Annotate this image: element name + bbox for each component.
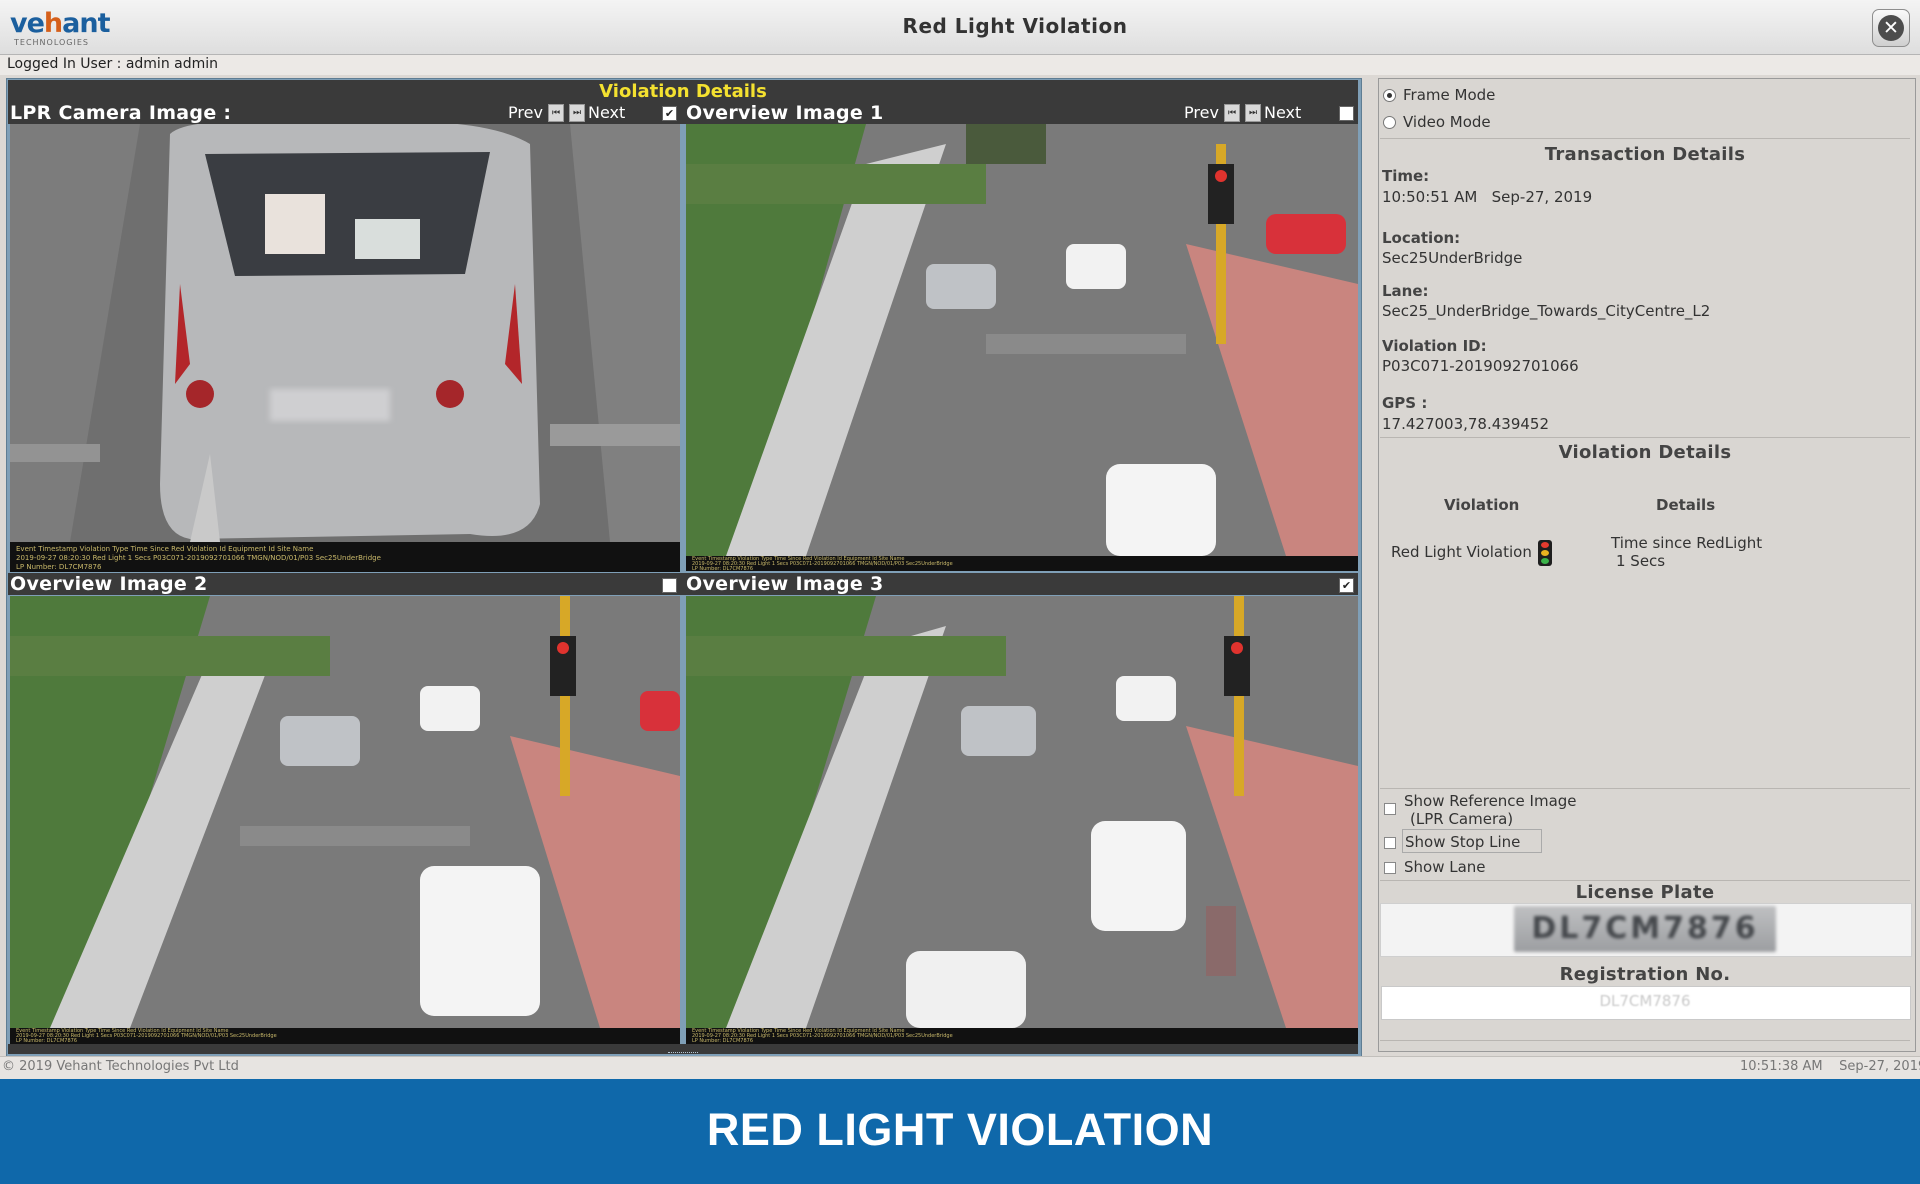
show-lane-checkbox[interactable] (1384, 862, 1396, 874)
lane-value: Sec25_UnderBridge_Towards_CityCentre_L2 (1382, 302, 1711, 320)
overview2-label: Overview Image 2 (10, 573, 208, 595)
show-lane-label[interactable]: Show Lane (1404, 858, 1486, 876)
lpr-scene (10, 124, 680, 542)
lpr-camera-image[interactable] (10, 124, 680, 542)
copyright-text: © 2019 Vehant Technologies Pvt Ltd (2, 1059, 239, 1074)
time-since-red-label: Time since RedLight (1611, 534, 1763, 552)
banner-caption: RED LIGHT VIOLATION (706, 1104, 1214, 1155)
license-plate-heading: License Plate (1575, 882, 1715, 903)
lpr-select-checkbox[interactable]: ✔ (662, 106, 677, 121)
show-stop-line-checkbox[interactable] (1384, 837, 1396, 849)
transaction-heading: Transaction Details (1544, 144, 1746, 165)
violation-type-value: Red Light Violation (1391, 543, 1532, 561)
show-reference-sublabel: (LPR Camera) (1410, 810, 1514, 828)
details-column-header: Details (1656, 496, 1716, 514)
time-since-red-value: 1 Secs (1616, 552, 1666, 570)
violation-column-header: Violation (1444, 496, 1520, 514)
overview2-scene (10, 596, 680, 1028)
window-title: Red Light Violation (902, 14, 1128, 38)
lpr-next-label[interactable]: Next (588, 103, 625, 122)
ov1-next-label[interactable]: Next (1264, 103, 1301, 122)
traffic-light-icon (1538, 540, 1552, 566)
status-bar (0, 1056, 1920, 1079)
divider (1380, 788, 1910, 789)
location-value: Sec25UnderBridge (1382, 249, 1523, 267)
close-icon: ✕ (1878, 15, 1904, 41)
user-strip (0, 55, 1920, 75)
close-button[interactable]: ✕ (1872, 9, 1910, 47)
video-mode-label[interactable]: Video Mode (1403, 113, 1491, 131)
lpr-next-button[interactable]: ⏭ (569, 104, 585, 122)
video-mode-radio[interactable] (1383, 116, 1396, 129)
gps-label: GPS : (1382, 394, 1428, 412)
overview3-meta-bar: Event Timestamp Violation Type Time Sinc… (686, 1028, 1358, 1044)
overview3-checkbox[interactable]: ✔ (1339, 578, 1354, 593)
divider (1380, 880, 1910, 881)
divider (1380, 138, 1910, 139)
lpr-prev-button[interactable]: ⏮ (548, 104, 564, 122)
frame-mode-radio[interactable] (1383, 89, 1396, 102)
lpr-meta-line: LP Number: DL7CM7876 (16, 563, 102, 571)
overview3-image[interactable] (686, 596, 1358, 1028)
lpr-meta-line: 2019-09-27 08:20:30 Red Light 1 Secs P03… (16, 554, 381, 562)
lane-label: Lane: (1382, 282, 1429, 300)
violation-heading: Violation Details (1558, 442, 1732, 463)
violation-id-value: P03C071-2019092701066 (1382, 357, 1579, 375)
time-label: Time: (1382, 167, 1430, 185)
overview3-scene (686, 596, 1358, 1028)
overview1-meta-bar: Event Timestamp Violation Type Time Sinc… (686, 556, 1358, 571)
show-reference-checkbox[interactable] (1384, 803, 1396, 815)
lpr-camera-label: LPR Camera Image : (10, 102, 232, 124)
show-stop-line-label[interactable]: Show Stop Line (1402, 829, 1542, 853)
overview2-checkbox[interactable] (662, 578, 677, 593)
status-clock: 10:51:38 AM Sep-27, 2019 (1740, 1059, 1920, 1074)
overview1-label: Overview Image 1 (686, 102, 884, 124)
overview1-checkbox[interactable] (1339, 106, 1354, 121)
show-reference-label[interactable]: Show Reference Image (1404, 792, 1577, 810)
registration-value: DL7CM7876 (1599, 992, 1691, 1010)
overview3-label: Overview Image 3 (686, 573, 884, 595)
ov1-prev-label[interactable]: Prev (1184, 103, 1219, 122)
frame-mode-label[interactable]: Frame Mode (1403, 86, 1495, 104)
registration-heading: Registration No. (1559, 964, 1731, 985)
logged-in-user: Logged In User : admin admin (7, 56, 219, 72)
overview1-meta-line: LP Number: DL7CM7876 (692, 566, 754, 572)
lpr-meta-line: Event Timestamp Violation Type Time Sinc… (16, 545, 314, 553)
violation-id-label: Violation ID: (1382, 337, 1487, 355)
divider (1380, 1040, 1910, 1041)
license-plate-image: DL7CM7876 (1514, 906, 1776, 952)
lpr-prev-label[interactable]: Prev (508, 103, 543, 122)
overview2-meta-bar: Event Timestamp Violation Type Time Sinc… (10, 1028, 680, 1044)
gps-value: 17.427003,78.439452 (1382, 415, 1549, 433)
time-value: 10:50:51 AM Sep-27, 2019 (1382, 188, 1593, 206)
logo-subtitle: TECHNOLOGIES (14, 38, 89, 47)
ov1-prev-button[interactable]: ⏮ (1224, 104, 1240, 122)
divider (1380, 437, 1910, 438)
lpr-meta-bar: Event Timestamp Violation Type Time Sinc… (10, 542, 680, 572)
license-plate-text: DL7CM7876 (1531, 911, 1759, 946)
row2-label-bar (8, 573, 1358, 595)
location-label: Location: (1382, 229, 1461, 247)
overview2-image[interactable] (10, 596, 680, 1028)
ov1-next-button[interactable]: ⏭ (1245, 104, 1261, 122)
overview1-image[interactable] (686, 124, 1358, 556)
overview1-scene (686, 124, 1358, 556)
viewer-title: Violation Details (599, 81, 767, 102)
